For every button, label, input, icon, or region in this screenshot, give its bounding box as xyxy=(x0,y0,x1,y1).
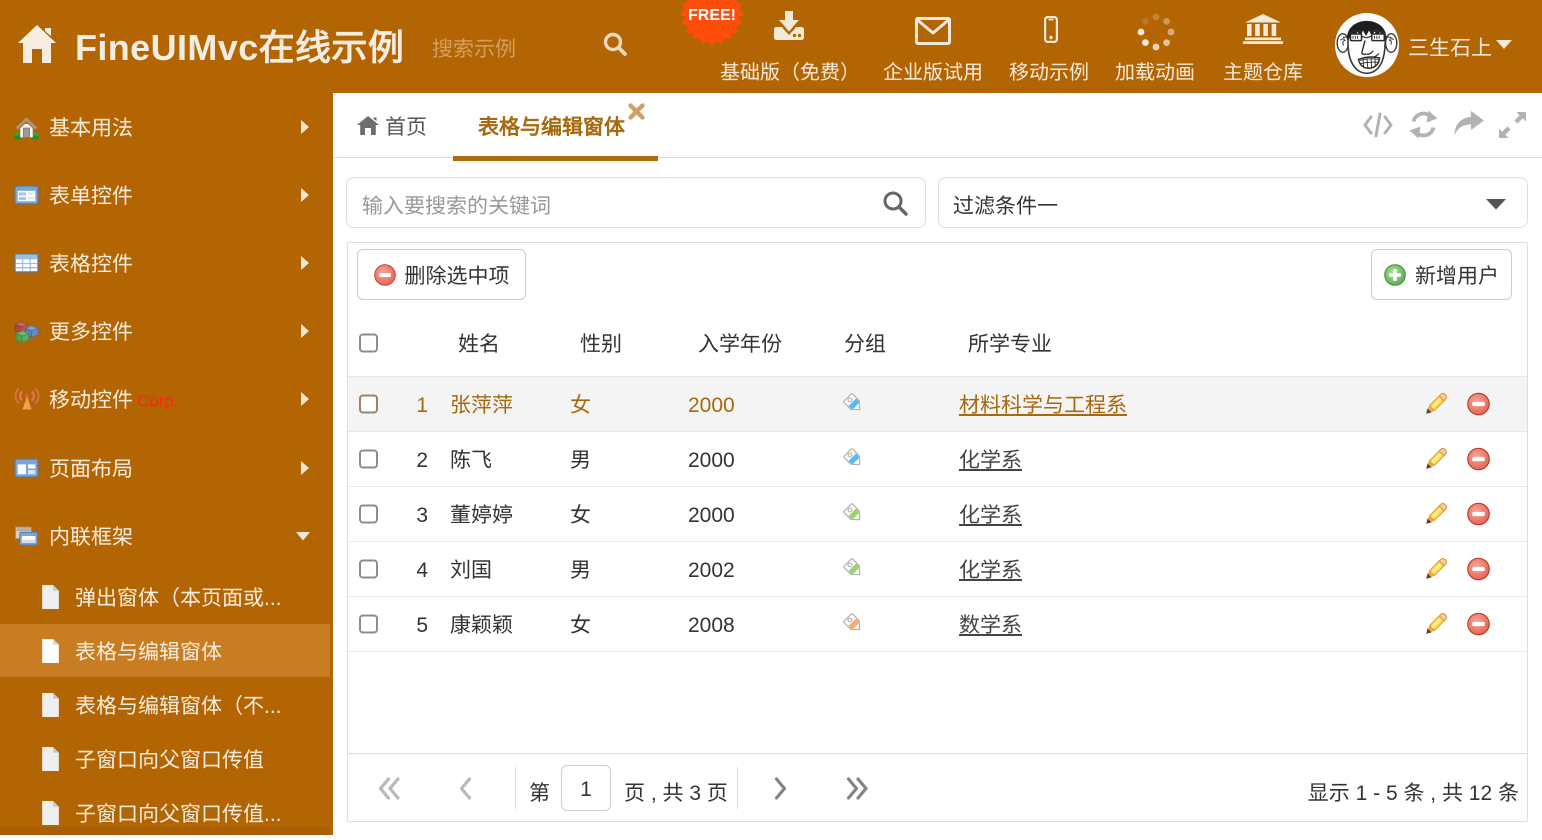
svg-text:FREE!: FREE! xyxy=(688,7,736,24)
